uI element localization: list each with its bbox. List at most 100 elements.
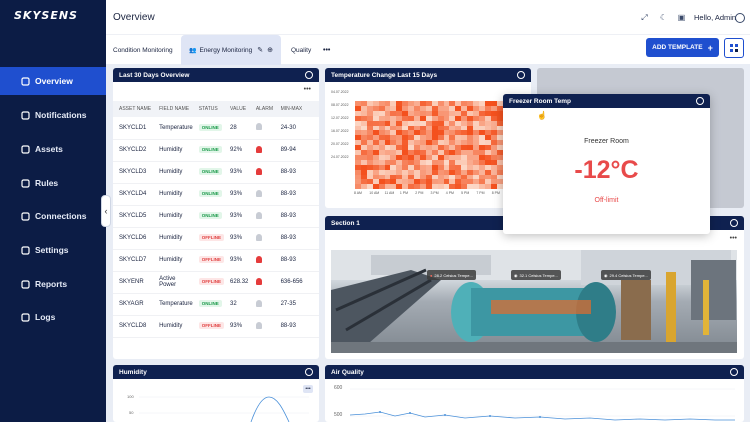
alarm-bell-icon (255, 123, 262, 131)
section-1-panel: Section 1 ••• ● 28.2 Celsius Tempe... ◉ 32… (325, 216, 744, 359)
sensor-tag[interactable]: ◉ 29.4 Celsius Tempe... (601, 270, 651, 280)
layout-icon (730, 44, 738, 52)
gear-icon (21, 245, 30, 255)
asset-name: SKYCLD6 (113, 227, 154, 250)
y-tick-label: 08.07.2022 (331, 103, 349, 107)
flow-icon (21, 178, 30, 188)
lock-icon[interactable]: ▣ (677, 13, 686, 22)
temperature-change-panel: Temperature Change Last 15 Days 04.07.20… (325, 68, 531, 208)
value: 628.32 (224, 271, 250, 294)
y-tick: 600 (334, 385, 343, 391)
sidebar: SKYSENS Overview Notifications Assets Rules… (0, 0, 106, 422)
tab-quality[interactable]: Quality (291, 35, 311, 65)
sidebar-item-label: Notifications (35, 110, 87, 120)
panel-header: Last 30 Days Overview (113, 68, 319, 82)
status-badge: ONLINE (198, 212, 222, 219)
table-row[interactable]: SKYCLD7 Humidity OFFLINE 93% 88-93 (113, 249, 319, 272)
panel-header: Freezer Room Temp (503, 94, 710, 108)
y-tick: 500 (334, 412, 343, 418)
grid-icon (21, 76, 30, 86)
add-circle-icon[interactable]: ⊕ (267, 46, 273, 54)
settings-icon[interactable] (730, 219, 738, 227)
table-row[interactable]: SKYCLD5 Humidity ONLINE 93% 88-93 (113, 205, 319, 228)
cursor-icon: ☝ (537, 111, 547, 120)
dark-mode-icon[interactable]: ☾ (659, 13, 668, 22)
column-header[interactable]: VALUE (224, 101, 250, 117)
fullscreen-icon[interactable]: ⤢ (640, 13, 649, 22)
sidebar-item-connections[interactable]: Connections (0, 202, 106, 230)
settings-icon[interactable] (696, 97, 704, 105)
sensor-tag-label: 32.1 Celsius Tempe... (519, 272, 558, 278)
sensor-tag[interactable]: ◉ 32.1 Celsius Tempe... (511, 270, 561, 280)
field-name: Active Power (153, 271, 193, 294)
value: 93% (224, 161, 250, 184)
column-header[interactable]: FIELD NAME (153, 101, 193, 117)
sensor-tag-label: 29.4 Celsius Tempe... (609, 272, 648, 278)
table-row[interactable]: SKYCLD3 Humidity ONLINE 93% 88-93 (113, 161, 319, 184)
table-row[interactable]: SKYAGR Temperature ONLINE 32 27-35 (113, 293, 319, 316)
sidebar-item-label: Rules (35, 178, 59, 188)
table-row[interactable]: SKYCLD6 Humidity OFFLINE 93% 88-93 (113, 227, 319, 250)
status-badge: OFFLINE (198, 256, 225, 263)
column-header[interactable]: ASSET NAME (113, 101, 154, 117)
min-max: 88-93 (274, 183, 319, 206)
y-tick-label: 24.07.2022 (331, 155, 349, 159)
tab-energy-monitoring[interactable]: 👥 Energy Monitoring ✎ ⊕ (181, 35, 281, 65)
field-name: Humidity (153, 227, 193, 250)
heatmap-chart: 04.07.2022 08.07.2022 12.07.2022 16.07.2022… (325, 82, 531, 208)
humidity-chart (139, 396, 309, 422)
sidebar-item-reports[interactable]: Reports (0, 270, 106, 298)
freezer-room-temp-widget[interactable]: Freezer Room Temp ☝ Freezer Room -12°C O… (503, 94, 710, 234)
panel-title: Temperature Change Last 15 Days (331, 71, 438, 79)
sidebar-item-overview[interactable]: Overview (0, 67, 106, 95)
sidebar-item-settings[interactable]: Settings (0, 236, 106, 264)
asset-name: SKYENR (113, 271, 154, 294)
tab-condition-monitoring[interactable]: Condition Monitoring (113, 35, 173, 65)
document-icon (21, 312, 30, 322)
column-header[interactable]: STATUS (192, 101, 225, 117)
min-max: 88-93 (274, 249, 319, 272)
edit-icon[interactable]: ✎ (257, 46, 263, 54)
min-max: 27-35 (274, 293, 319, 316)
more-tabs-button[interactable]: ••• (323, 35, 330, 65)
add-template-button[interactable]: ADD TEMPLATE + (646, 38, 719, 57)
table-row[interactable]: SKYENR Active Power OFFLINE 628.32 636-656 (113, 271, 319, 294)
collapse-sidebar-button[interactable]: ‹ (101, 195, 111, 227)
asset-name: SKYCLD2 (113, 139, 154, 162)
x-tick-label: 10 AM (369, 191, 380, 195)
settings-icon[interactable] (517, 71, 525, 79)
value: 93% (224, 205, 250, 228)
sidebar-item-notifications[interactable]: Notifications (0, 101, 106, 129)
sidebar-item-logs[interactable]: Logs (0, 303, 106, 331)
alarm-bell-icon (255, 189, 262, 197)
table-row[interactable]: SKYCLD1 Temperature ONLINE 28 24-30 (113, 117, 319, 140)
settings-icon[interactable] (730, 368, 738, 376)
sidebar-item-rules[interactable]: Rules (0, 169, 106, 197)
settings-icon[interactable] (305, 71, 313, 79)
settings-icon[interactable] (305, 368, 313, 376)
column-header[interactable]: ALARM (249, 101, 275, 117)
field-name: Temperature (153, 117, 193, 140)
avatar-icon[interactable] (735, 13, 745, 23)
field-name: Humidity (153, 205, 193, 228)
table-row[interactable]: SKYCLD8 Humidity OFFLINE 93% 88-93 (113, 315, 319, 338)
more-options-button[interactable]: ••• (303, 385, 313, 393)
status-badge: ONLINE (198, 190, 222, 197)
bell-icon (21, 110, 30, 120)
panel-header: Humidity (113, 365, 319, 379)
x-tick-label: 1 PM (399, 191, 409, 195)
column-header[interactable]: MIN-MAX (274, 101, 319, 117)
sidebar-item-label: Overview (35, 76, 73, 86)
status-badge: ONLINE (198, 123, 222, 131)
more-options-button[interactable]: ••• (304, 86, 311, 93)
more-options-button[interactable]: ••• (730, 235, 737, 242)
plant-3d-view[interactable]: ● 28.2 Celsius Tempe... ◉ 32.1 Celsius Tem… (331, 250, 737, 353)
overview-table: ASSET NAME FIELD NAME STATUS VALUE ALARM MIN-… (113, 101, 319, 338)
sensor-tag-label: 28.2 Celsius Tempe... (434, 272, 473, 278)
table-row[interactable]: SKYCLD4 Humidity ONLINE 93% 88-93 (113, 183, 319, 206)
layout-toggle-button[interactable] (724, 38, 744, 58)
sensor-tag[interactable]: ● 28.2 Celsius Tempe... (427, 270, 476, 280)
table-row[interactable]: SKYCLD2 Humidity ONLINE 92% 89-94 (113, 139, 319, 162)
sidebar-item-assets[interactable]: Assets (0, 135, 106, 163)
user-greeting[interactable]: Hello, Admin (694, 13, 736, 22)
